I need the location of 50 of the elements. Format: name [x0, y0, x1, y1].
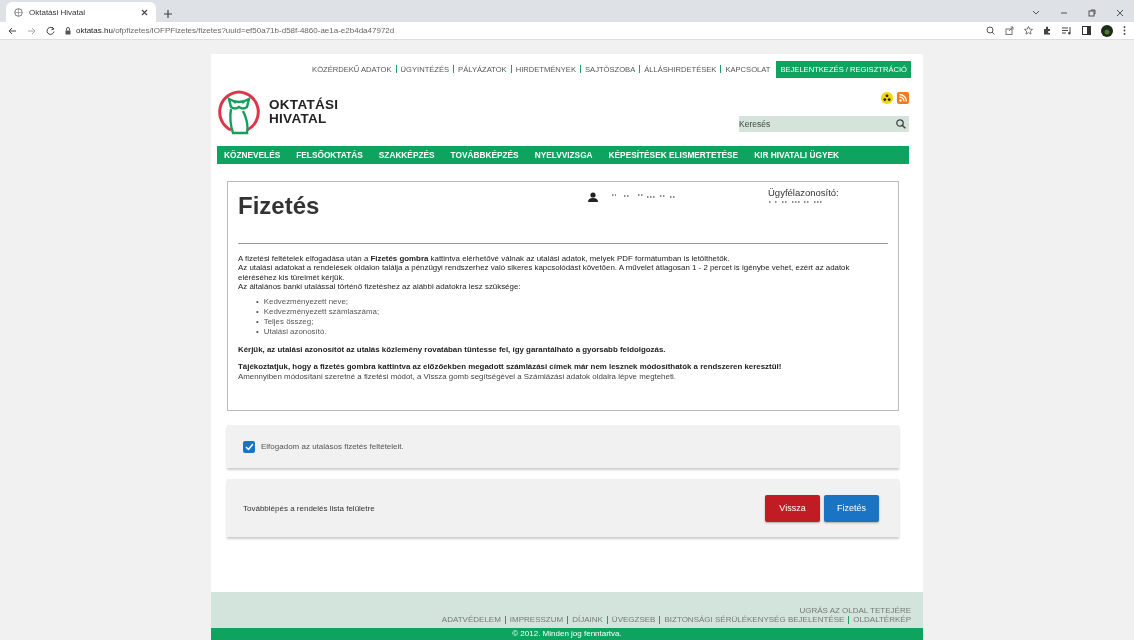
owl-logo-icon — [217, 89, 261, 135]
nav-link[interactable]: TOVÁBBKÉPZÉS — [450, 150, 519, 160]
globe-icon — [14, 7, 23, 17]
action-text: Továbblépés a rendelés lista felületre — [243, 503, 375, 513]
footer-link[interactable]: IMPRESSZUM — [509, 615, 564, 624]
close-icon[interactable] — [141, 8, 148, 16]
zoom-icon[interactable] — [986, 26, 995, 35]
user-icon — [588, 192, 598, 202]
accessibility-icon[interactable] — [881, 92, 893, 104]
back-to-top-link[interactable]: UGRÁS AZ OLDAL TETEJÉRE — [799, 606, 911, 615]
client-id-label: Ügyfélazonosító: — [768, 187, 840, 198]
reload-icon[interactable] — [46, 26, 55, 35]
rss-icon[interactable] — [897, 92, 909, 104]
side-panel-icon[interactable] — [1082, 26, 1091, 35]
chevron-down-icon[interactable] — [1032, 10, 1040, 16]
checkbox[interactable] — [243, 440, 255, 453]
search-field[interactable]: Keresés — [739, 116, 893, 132]
plus-icon[interactable] — [164, 10, 172, 18]
search-button[interactable] — [893, 116, 909, 132]
footer-link[interactable]: BIZTONSÁGI SÉRÜLÉKENYSÉG BEJELENTÉSE — [664, 615, 845, 624]
nav-link[interactable]: KÉPESÍTÉSEK ELISMERTETÉSE — [608, 150, 739, 160]
puzzle-icon[interactable] — [1043, 26, 1052, 35]
avatar-icon[interactable] — [1101, 24, 1113, 37]
nav-link[interactable]: FELSŐOKTATÁS — [296, 150, 363, 160]
star-icon[interactable] — [1024, 26, 1033, 35]
browser-tab[interactable]: Oktatási Hivatal — [6, 2, 156, 22]
footer-link[interactable]: ADATVÉDELEM — [441, 615, 501, 624]
nav-link[interactable]: SZAKKÉPZÉS — [378, 150, 435, 160]
page-title: Fizetés — [238, 192, 321, 221]
search-icon — [896, 119, 906, 129]
close-icon[interactable] — [1116, 9, 1124, 17]
back-button[interactable]: Vissza — [765, 494, 820, 522]
back-arrow-icon[interactable] — [8, 26, 17, 35]
share-icon[interactable] — [1005, 26, 1014, 35]
footer-link[interactable]: OLDALTÉRKÉP — [853, 615, 911, 624]
footer-link[interactable]: ÜVEGZSEB — [611, 615, 656, 624]
copyright-text: © 2012. Minden jog fenntartva. — [512, 628, 622, 640]
logo-text: HIVATAL — [269, 112, 328, 126]
footer-link[interactable]: DÍJAINK — [572, 615, 603, 624]
checkbox-label: Elfogadom az utalásos fizetés feltételeit. — [261, 442, 404, 451]
nav-link[interactable]: KIR HIVATALI ÜGYEK — [754, 150, 839, 160]
lock-icon — [65, 26, 71, 35]
playlist-icon[interactable] — [1062, 26, 1072, 35]
pay-button[interactable]: Fizetés — [824, 494, 879, 522]
logo-text: OKTATÁSI — [269, 98, 339, 112]
nav-link[interactable]: KÖZNEVELÉS — [224, 150, 281, 160]
more-icon[interactable] — [1123, 26, 1126, 35]
nav-link[interactable]: NYELVVIZSGA — [534, 150, 593, 160]
address-bar[interactable]: oktatas.hu/ofpfizetes/IOFPFizetes/fizetes?uuid=ef50a71b-d58f-4860-ae1a-e2b4da47972d — [76, 26, 395, 35]
restore-icon[interactable] — [1088, 9, 1096, 17]
